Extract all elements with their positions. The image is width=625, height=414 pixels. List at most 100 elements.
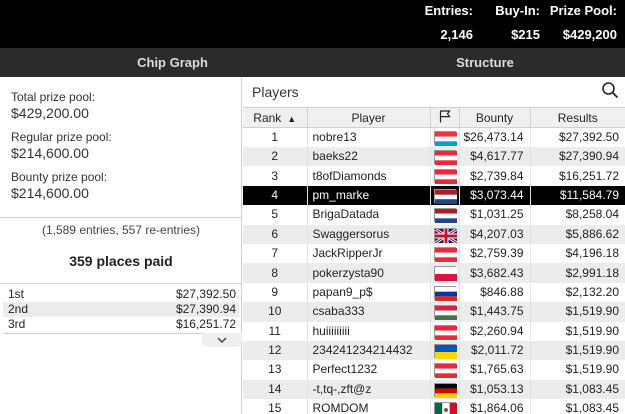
netherlands-flag (433, 208, 457, 224)
country-flag-cell (430, 127, 460, 147)
tab-structure[interactable]: Structure (345, 48, 625, 77)
payout-row: 2nd $27,390.94 (3, 302, 239, 317)
player-row[interactable]: 4 pm_marke $3,073.44 $11,584.79 (243, 185, 625, 206)
country-flag-cell (430, 282, 460, 303)
column-header-results[interactable]: Results (530, 107, 625, 128)
payout-row: 1st $27,392.50 (3, 287, 239, 302)
country-flag-cell (430, 399, 460, 414)
country-flag-cell (430, 321, 460, 341)
player-name: papan9_p$ (307, 282, 431, 303)
payout-place: 2nd (8, 302, 29, 316)
player-row[interactable]: 11 huiiiiiiiii $2,260.94 $1,519.90 (243, 321, 625, 341)
player-row[interactable]: 9 papan9_p$ $846.88 $2,132.20 (243, 282, 625, 303)
flag-icon (439, 109, 451, 122)
player-rank: 4 (243, 185, 308, 206)
tab-chip-graph[interactable]: Chip Graph (0, 48, 345, 77)
player-name: JackRipperJr (307, 243, 431, 264)
player-results: $16,251.72 (558, 168, 619, 183)
player-row[interactable]: 1 nobre13 $26,473.14 $27,392.50 (243, 127, 625, 147)
player-row[interactable]: 10 csaba333 $1,443.75 $1,519.90 (243, 302, 625, 322)
player-rank: 15 (243, 399, 308, 414)
search-icon[interactable] (601, 81, 619, 99)
players-panel: Players Rank ▲ Player Bounty Results 1no… (243, 77, 625, 414)
player-name: 234241234214432 (307, 340, 431, 361)
mexico-flag (433, 402, 457, 414)
player-row[interactable]: 13 Perfect1232 $1,765.63 $1,519.90 (243, 360, 625, 380)
luxembourg-flag (433, 130, 457, 146)
country-flag-cell (430, 224, 460, 244)
prize-pool-stat: Prize Pool: $429,200 (550, 3, 617, 43)
player-rank: 6 (243, 224, 308, 244)
country-flag-cell (430, 263, 460, 283)
player-rank: 1 (243, 127, 308, 147)
player-bounty: $4,207.03 (459, 224, 531, 244)
player-row[interactable]: 2 baeks22 $4,617.77 $27,390.94 (243, 147, 625, 167)
ukraine-flag (433, 343, 457, 359)
player-bounty: $26,473.14 (459, 127, 531, 147)
regular-prize-pool-label: Regular prize pool: (11, 130, 112, 144)
player-results: $2,991.18 (530, 263, 625, 283)
payout-row: 3rd $16,251.72 (3, 317, 239, 332)
player-name: pokerzysta90 (307, 263, 431, 283)
player-results: $1,519.90 (530, 340, 625, 361)
player-row[interactable]: 3 t8ofDiamonds $2,739.84 $16,251.72 (243, 166, 625, 186)
hungary-flag (433, 305, 457, 321)
player-row[interactable]: 6 Swaggersorus $4,207.03 $5,886.62 (243, 224, 625, 244)
country-flag-cell (430, 147, 460, 167)
prize-pool-value: $429,200 (562, 27, 617, 42)
payout-list: 1st $27,392.50 2nd $27,390.94 3rd $16,25… (3, 287, 239, 332)
player-row[interactable]: 14 -t,tq-,zft@z $1,053.13 $1,083.45 (243, 379, 625, 400)
russia-flag (433, 285, 457, 301)
player-name: Perfect1232 (307, 360, 431, 380)
sort-ascending-icon: ▲ (287, 113, 297, 124)
entries-label: Entries: (424, 3, 473, 18)
column-header-rank[interactable]: Rank ▲ (243, 107, 308, 128)
player-rank: 3 (243, 166, 308, 186)
entries-note: (1,589 entries, 557 re-entries) (41, 223, 201, 237)
player-rank: 11 (243, 321, 308, 341)
player-rank: 13 (243, 360, 308, 380)
austria-flag (433, 150, 457, 166)
player-bounty: $2,260.94 (459, 321, 531, 341)
player-results: $1,083.45 (530, 379, 625, 400)
player-results: $4,196.18 (565, 246, 619, 261)
player-name: baeks22 (307, 147, 431, 167)
player-name: t8ofDiamonds (307, 166, 431, 186)
player-bounty: $1,053.13 (459, 379, 531, 400)
column-header-player[interactable]: Player (307, 107, 431, 128)
austria-flag (433, 169, 457, 185)
total-prize-pool-value: $429,200.00 (11, 105, 89, 121)
austria-flag (433, 363, 457, 379)
player-row[interactable]: 12 234241234214432 $2,011.72 $1,519.90 (243, 340, 625, 361)
country-flag-cell (430, 243, 460, 264)
player-bounty: $1,443.75 (459, 302, 531, 322)
player-rank: 8 (243, 263, 308, 283)
column-header-country[interactable] (430, 107, 460, 128)
player-row[interactable]: 15 ROMDOM $1,864.06 $1,083.45 (243, 399, 625, 414)
players-table: Rank ▲ Player Bounty Results 1 nobre13 $26,… (243, 107, 625, 414)
player-results: $1,083.45 (565, 401, 619, 414)
player-results: $2,132.20 (565, 284, 619, 299)
players-table-header: Rank ▲ Player Bounty Results (243, 107, 625, 128)
player-name: Swaggersorus (307, 224, 431, 244)
column-header-bounty[interactable]: Bounty (459, 107, 531, 128)
player-rank: 7 (243, 243, 308, 264)
player-row[interactable]: 7 JackRipperJr $2,759.39 $4,196.18 (243, 243, 625, 264)
poland-flag (433, 266, 457, 282)
divider (0, 217, 242, 218)
buyin-stat: Buy-In: $215 (495, 3, 540, 43)
places-paid: 359 places paid (69, 253, 173, 269)
prize-summary-panel: Total prize pool: $429,200.00 Regular pr… (0, 77, 242, 414)
regular-prize-pool-value: $214,600.00 (11, 145, 89, 161)
bounty-prize-pool-value: $214,600.00 (11, 185, 89, 201)
player-results: $27,390.94 (530, 147, 625, 167)
player-bounty: $2,011.72 (459, 340, 531, 361)
player-rank: 5 (243, 205, 308, 225)
player-row[interactable]: 8 pokerzysta90 $3,682.43 $2,991.18 (243, 263, 625, 283)
player-results: $8,258.04 (565, 207, 619, 222)
player-name: csaba333 (307, 302, 431, 322)
player-row[interactable]: 5 BrigaDatada $1,031.25 $8,258.04 (243, 205, 625, 225)
austria-flag (433, 324, 457, 340)
expand-payouts-button[interactable] (202, 333, 242, 347)
payout-amount: $27,392.50 (175, 287, 236, 301)
